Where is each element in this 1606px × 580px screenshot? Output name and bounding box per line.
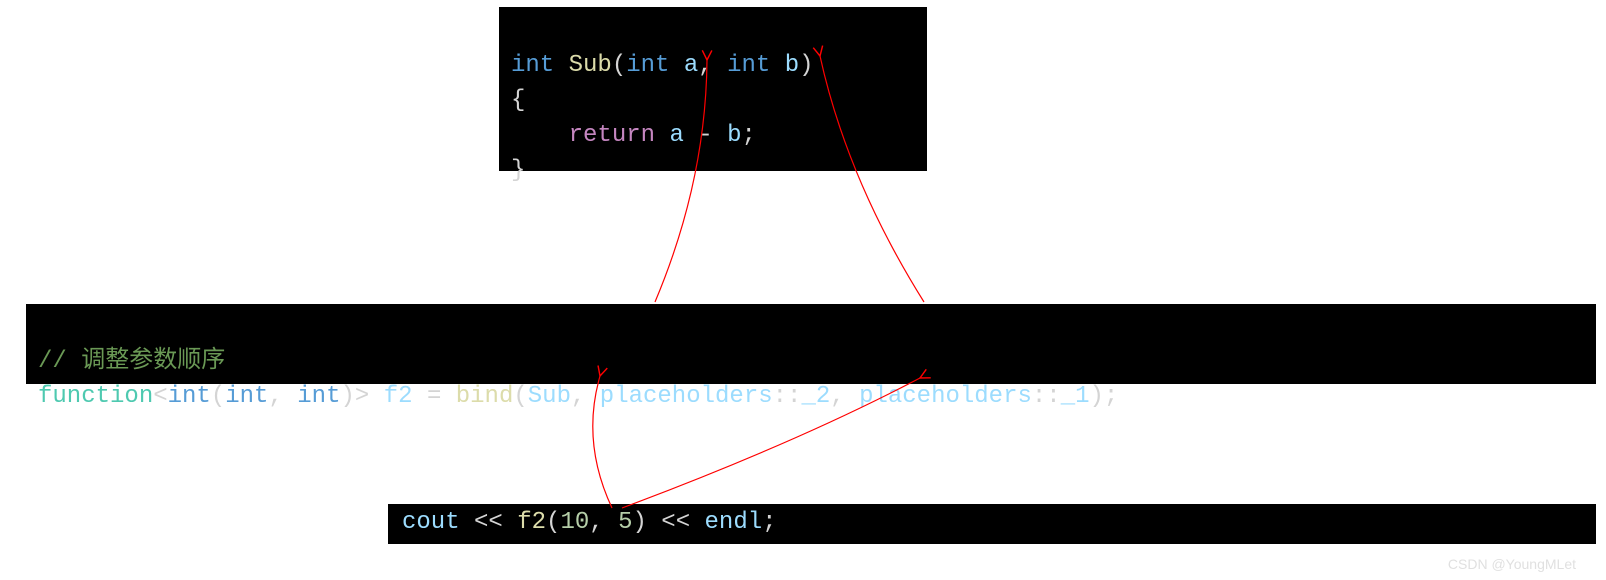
paren-close2: ) <box>341 383 355 410</box>
arg-5: 5 <box>618 509 632 536</box>
bind-open: ( <box>513 383 527 410</box>
func-name-sub: Sub <box>569 52 612 79</box>
placeholders2: placeholders <box>859 383 1032 410</box>
comma1: , <box>268 383 282 410</box>
code-block-bind-statement: // 调整参数顺序 function<int(int, int)> f2 = b… <box>26 304 1596 384</box>
arg1-type: int <box>225 383 268 410</box>
placeholders1: placeholders <box>600 383 773 410</box>
keyword-int: int <box>511 52 554 79</box>
semi3: ; <box>762 509 776 536</box>
endl: endl <box>705 509 763 536</box>
bind-fn-sub: Sub <box>528 383 571 410</box>
code-block-sub-definition: int Sub(int a, int b) { return a - b; } <box>499 7 927 171</box>
arg2-type: int <box>297 383 340 410</box>
paren-open: ( <box>612 52 626 79</box>
comment-line: // 调整参数顺序 <box>38 348 225 375</box>
comma: , <box>698 52 712 79</box>
paren-open2: ( <box>211 383 225 410</box>
semi: ; <box>741 122 755 149</box>
bind-call: bind <box>456 383 514 410</box>
call-open: ( <box>546 509 560 536</box>
assign: = <box>427 383 441 410</box>
param1-type: int <box>626 52 669 79</box>
ph2: _2 <box>801 383 830 410</box>
tmpl-close: > <box>355 383 369 410</box>
call-close: ) <box>632 509 646 536</box>
param1-name: a <box>684 52 698 79</box>
op-minus: - <box>698 122 712 149</box>
ret-type: int <box>168 383 211 410</box>
tmpl-open: < <box>153 383 167 410</box>
ph1: _1 <box>1061 383 1090 410</box>
brace-open: { <box>511 87 525 114</box>
ret-b: b <box>727 122 741 149</box>
semi2: ; <box>1104 383 1118 410</box>
paren-close: ) <box>799 52 813 79</box>
call-comma: , <box>589 509 603 536</box>
function-template: function <box>38 383 153 410</box>
code-block-cout-call: cout << f2(10, 5) << endl; <box>388 504 1596 544</box>
watermark-text: CSDN @YoungMLet <box>1448 556 1576 572</box>
scope1: :: <box>773 383 802 410</box>
scope2: :: <box>1032 383 1061 410</box>
param2-type: int <box>727 52 770 79</box>
shl2: << <box>661 509 690 536</box>
cout: cout <box>402 509 460 536</box>
comma2: , <box>571 383 585 410</box>
ret-a: a <box>669 122 683 149</box>
call-f2: f2 <box>517 509 546 536</box>
bind-close: ) <box>1090 383 1104 410</box>
comma3: , <box>830 383 844 410</box>
brace-close: } <box>511 157 525 184</box>
keyword-return: return <box>569 122 655 149</box>
param2-name: b <box>785 52 799 79</box>
shl1: << <box>474 509 503 536</box>
var-f2: f2 <box>384 383 413 410</box>
arg-10: 10 <box>560 509 589 536</box>
